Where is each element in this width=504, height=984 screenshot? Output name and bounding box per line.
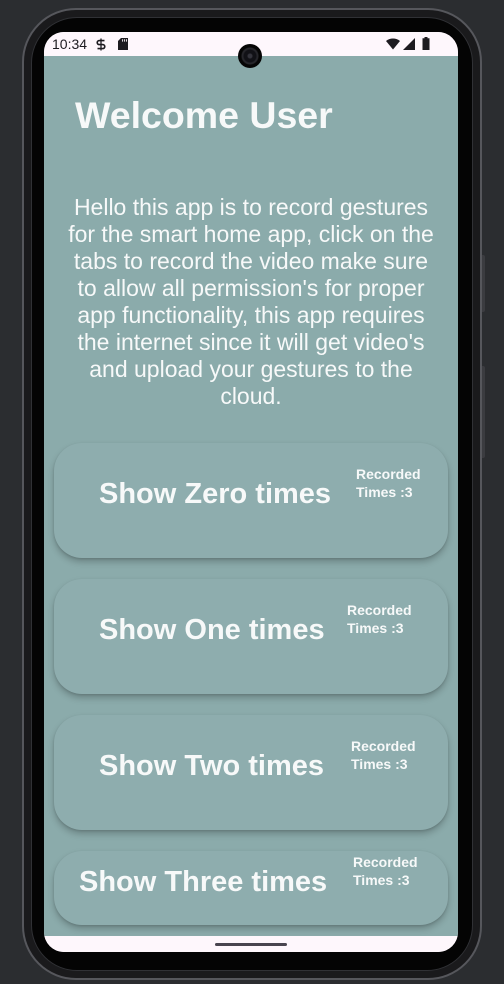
page-title: Welcome User bbox=[75, 94, 333, 136]
navigation-bar bbox=[44, 936, 458, 952]
phone-screen: 10:34 Welcome User Hello this app is to … bbox=[44, 32, 458, 952]
card-label: Show Two times bbox=[99, 750, 325, 782]
card-label: Show Zero times bbox=[99, 478, 332, 510]
card-label: Show Three times bbox=[79, 866, 328, 898]
front-camera bbox=[238, 44, 262, 68]
app-content: Welcome User Hello this app is to record… bbox=[44, 56, 458, 936]
battery-icon bbox=[422, 37, 430, 50]
sd-card-icon bbox=[118, 38, 128, 50]
gesture-handle[interactable] bbox=[215, 943, 287, 946]
card-label: Show One times bbox=[99, 614, 325, 646]
recorded-count: Recorded Times :3 bbox=[353, 854, 418, 888]
recorded-count: Recorded Times :3 bbox=[351, 738, 416, 772]
gesture-card-three[interactable]: Show Three times Recorded Times :3 bbox=[54, 851, 448, 925]
status-time: 10:34 bbox=[52, 36, 88, 52]
gesture-card-two[interactable]: Show Two times Recorded Times :3 bbox=[54, 715, 448, 830]
gesture-card-one[interactable]: Show One times Recorded Times :3 bbox=[54, 579, 448, 694]
wifi-icon bbox=[386, 38, 400, 50]
recorded-count: Recorded Times :3 bbox=[356, 466, 421, 500]
notification-icon bbox=[96, 38, 106, 51]
cellular-signal-icon bbox=[403, 38, 415, 50]
emulator-device: 10:34 Welcome User Hello this app is to … bbox=[0, 0, 504, 984]
recorded-count: Recorded Times :3 bbox=[347, 602, 412, 636]
gesture-card-zero[interactable]: Show Zero times Recorded Times :3 bbox=[54, 443, 448, 558]
app-description: Hello this app is to record gestures for… bbox=[68, 194, 434, 409]
